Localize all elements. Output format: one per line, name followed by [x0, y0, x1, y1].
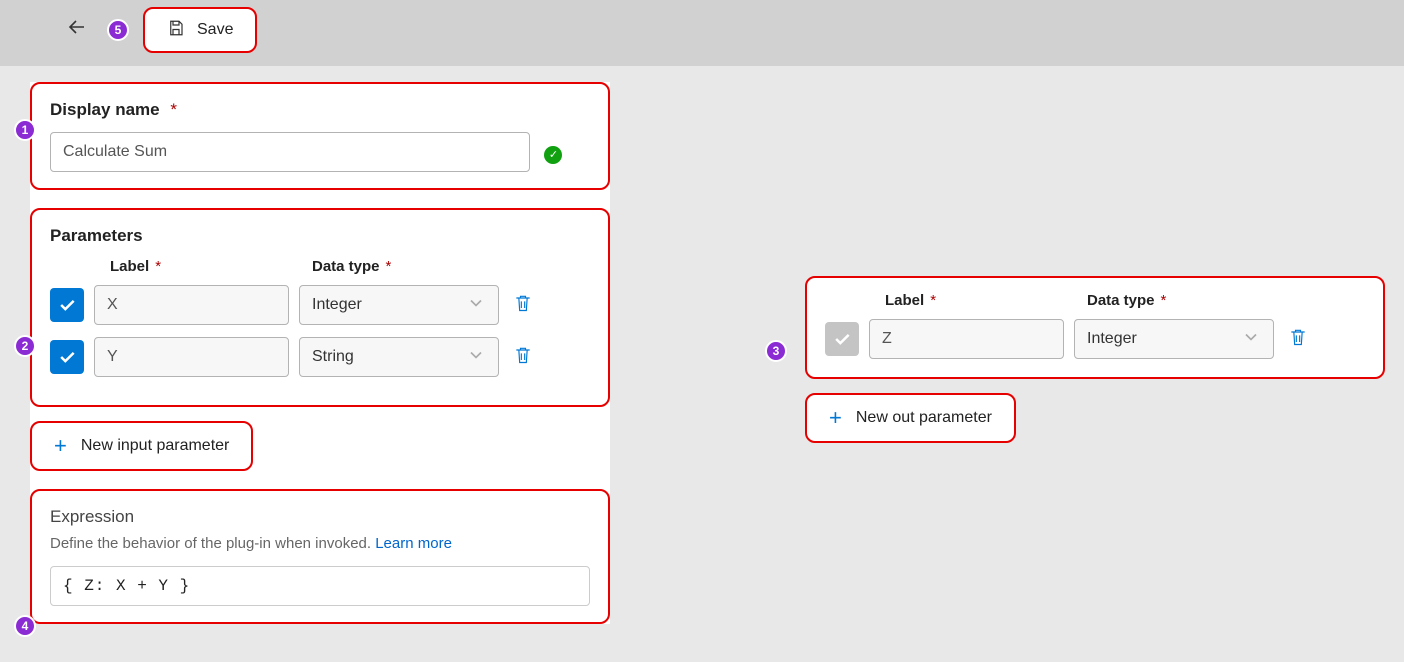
expression-section: Expression Define the behavior of the pl… — [30, 489, 610, 624]
display-name-input[interactable] — [50, 132, 530, 172]
save-button[interactable]: Save — [143, 7, 257, 53]
param-label-input[interactable] — [94, 285, 289, 325]
chevron-down-icon — [1241, 327, 1261, 352]
callout-3: 3 — [765, 340, 787, 362]
add-input-param-label: New input parameter — [81, 437, 230, 455]
back-button[interactable] — [55, 9, 99, 51]
add-out-parameter-button[interactable]: + New out parameter — [805, 393, 1016, 443]
required-star: * — [170, 100, 177, 119]
delete-param-button[interactable] — [1284, 322, 1312, 357]
param-label-input[interactable] — [94, 337, 289, 377]
param-checkbox-disabled — [825, 322, 859, 356]
parameters-title: Parameters — [50, 226, 590, 246]
display-name-section: Display name * ✓ — [30, 82, 610, 190]
callout-2: 2 — [14, 335, 36, 357]
save-icon — [167, 19, 185, 42]
expression-code-input[interactable]: { Z: X + Y } — [50, 566, 590, 606]
param-datatype-value: String — [312, 348, 354, 366]
delete-param-button[interactable] — [509, 340, 537, 375]
required-star: * — [155, 258, 161, 275]
learn-more-link[interactable]: Learn more — [375, 535, 452, 552]
parameters-section: Parameters Label * Data type * Integer — [30, 208, 610, 407]
param-checkbox[interactable] — [50, 340, 84, 374]
chevron-down-icon — [466, 345, 486, 370]
param-datatype-select[interactable]: String — [299, 337, 499, 377]
check-icon: ✓ — [544, 146, 562, 164]
param-datatype-value: Integer — [1087, 330, 1137, 348]
callout-4: 4 — [14, 615, 36, 637]
param-checkbox[interactable] — [50, 288, 84, 322]
add-out-param-label: New out parameter — [856, 409, 992, 427]
input-param-row: Integer — [50, 285, 590, 325]
label-header: Label — [110, 258, 149, 275]
display-name-title: Display name — [50, 100, 160, 119]
delete-param-button[interactable] — [509, 288, 537, 323]
param-label-input[interactable] — [869, 319, 1064, 359]
data-type-header: Data type — [312, 258, 380, 275]
input-param-row: String — [50, 337, 590, 377]
expression-title: Expression — [50, 507, 590, 527]
out-parameters-section: Label * Data type * Integer — [805, 276, 1385, 379]
plus-icon: + — [829, 407, 842, 429]
chevron-down-icon — [466, 293, 486, 318]
required-star: * — [1161, 292, 1167, 309]
plus-icon: + — [54, 435, 67, 457]
param-datatype-value: Integer — [312, 296, 362, 314]
param-datatype-select[interactable]: Integer — [299, 285, 499, 325]
required-star: * — [930, 292, 936, 309]
expression-description: Define the behavior of the plug-in when … — [50, 535, 375, 552]
callout-1: 1 — [14, 119, 36, 141]
add-input-parameter-button[interactable]: + New input parameter — [30, 421, 253, 471]
label-header: Label — [885, 292, 924, 309]
out-param-row: Integer — [825, 319, 1365, 359]
save-button-label: Save — [197, 21, 233, 39]
data-type-header: Data type — [1087, 292, 1155, 309]
callout-5: 5 — [107, 19, 129, 41]
required-star: * — [386, 258, 392, 275]
param-datatype-select[interactable]: Integer — [1074, 319, 1274, 359]
